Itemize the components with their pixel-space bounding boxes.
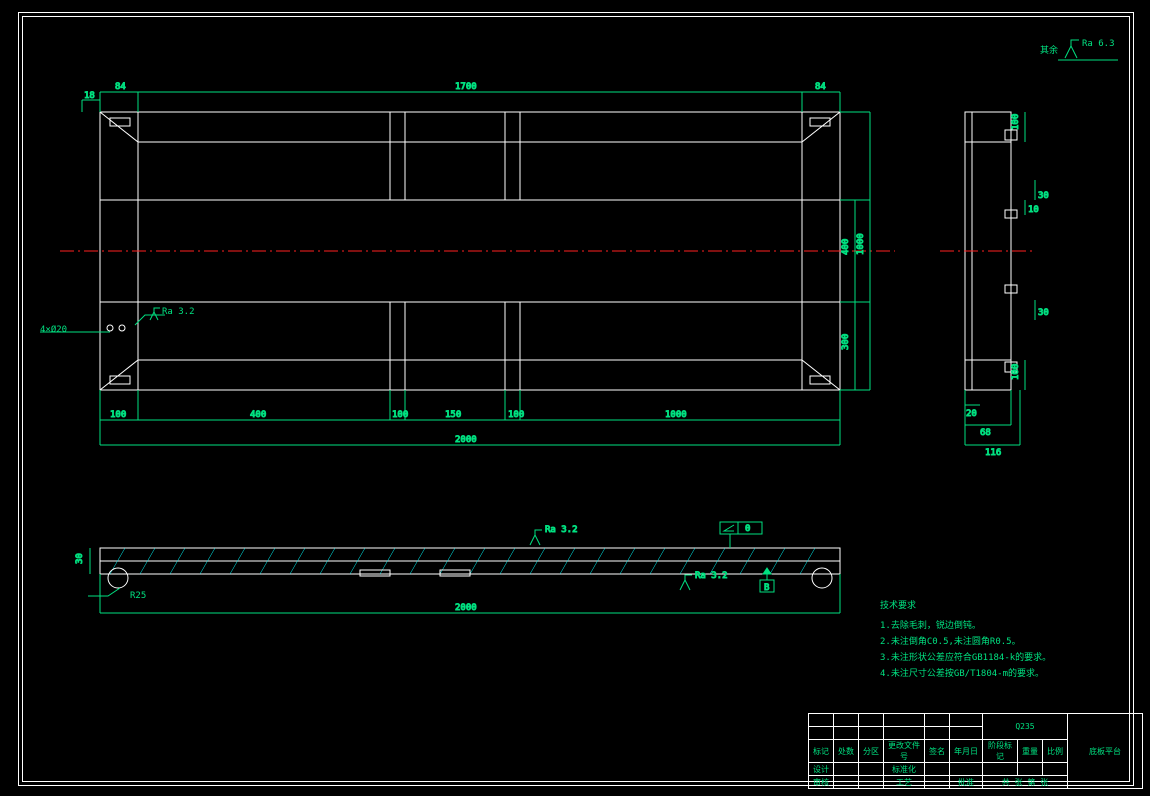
tb-material: Q235	[983, 714, 1068, 740]
tb-part-name: 底板平台	[1068, 714, 1143, 789]
title-block: Q235 底板平台 标记 处数 分区 更改文件号 签名 年月日 阶段标记 重量 …	[808, 713, 1143, 789]
